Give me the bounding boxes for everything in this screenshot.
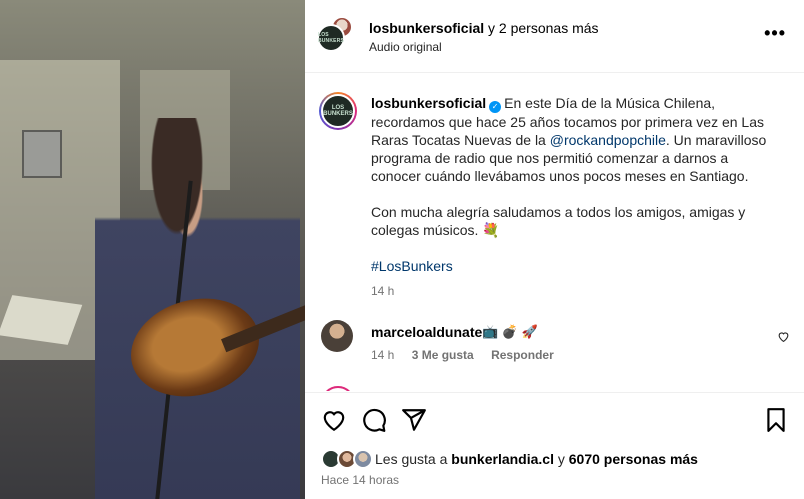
comment-reply-button[interactable]: Responder — [491, 348, 554, 362]
likes-user[interactable]: bunkerlandia.cl — [451, 451, 554, 467]
verified-badge-icon: ✓ — [489, 101, 502, 113]
post-video[interactable] — [0, 0, 305, 499]
avatar — [353, 449, 373, 469]
avatar: LOS BUNKERS — [317, 24, 345, 52]
caption-hashtag[interactable]: #LosBunkers — [371, 258, 453, 274]
caption: losbunkersoficial ✓ En este Día de la Músi… — [371, 94, 776, 275]
header-username[interactable]: losbunkersoficial — [369, 20, 484, 36]
likes-summary: Les gusta a bunkerlandia.cl y 6070 perso… — [375, 451, 698, 467]
header-others[interactable]: y 2 personas más — [488, 20, 599, 36]
caption-mention[interactable]: @rockandpopchile — [550, 132, 666, 148]
comment-bubble-icon[interactable] — [361, 407, 387, 433]
comment-avatar[interactable] — [321, 320, 353, 352]
caption-avatar[interactable]: LOS BUNKERS — [319, 92, 357, 130]
header-title: losbunkersoficial y 2 personas más — [369, 20, 599, 36]
likes-count[interactable]: 6070 personas más — [569, 451, 698, 467]
post-header: LOS BUNKERS losbunkersoficial y 2 person… — [305, 0, 804, 73]
audio-label[interactable]: Audio original — [369, 40, 442, 54]
likes-mid: y — [553, 451, 569, 467]
more-options-icon[interactable]: ••• — [764, 24, 786, 42]
post-time-ago: Hace 14 horas — [321, 473, 400, 487]
comment-text: 📺 💣 🚀 — [482, 324, 538, 339]
comment-username[interactable]: marceloaldunate — [371, 324, 482, 340]
comment-avatar[interactable] — [321, 386, 355, 391]
caption-username[interactable]: losbunkersoficial — [371, 95, 486, 111]
comment-likes[interactable]: 3 Me gusta — [412, 348, 474, 362]
comment-meta: 14 h 3 Me gusta Responder — [371, 348, 568, 362]
caption-text-3: Con mucha alegría saludamos a todos los … — [371, 204, 746, 238]
save-bookmark-icon[interactable] — [763, 407, 789, 433]
header-avatars[interactable]: LOS BUNKERS — [317, 16, 355, 54]
like-heart-icon[interactable] — [321, 407, 347, 433]
likers-avatars[interactable] — [321, 449, 373, 469]
post-details: LOS BUNKERS losbunkersoficial y 2 person… — [305, 0, 804, 499]
share-send-icon[interactable] — [401, 407, 427, 433]
likes-prefix: Les gusta a — [375, 451, 452, 467]
comment-like-heart-icon[interactable] — [777, 330, 790, 343]
video-monitor — [22, 130, 62, 178]
caption-time: 14 h — [371, 284, 395, 298]
comments-scroll[interactable]: LOS BUNKERS losbunkersoficial ✓ En este Dí… — [305, 74, 804, 391]
comment-time: 14 h — [371, 348, 395, 362]
post-actions: Les gusta a bunkerlandia.cl y 6070 perso… — [305, 392, 804, 499]
